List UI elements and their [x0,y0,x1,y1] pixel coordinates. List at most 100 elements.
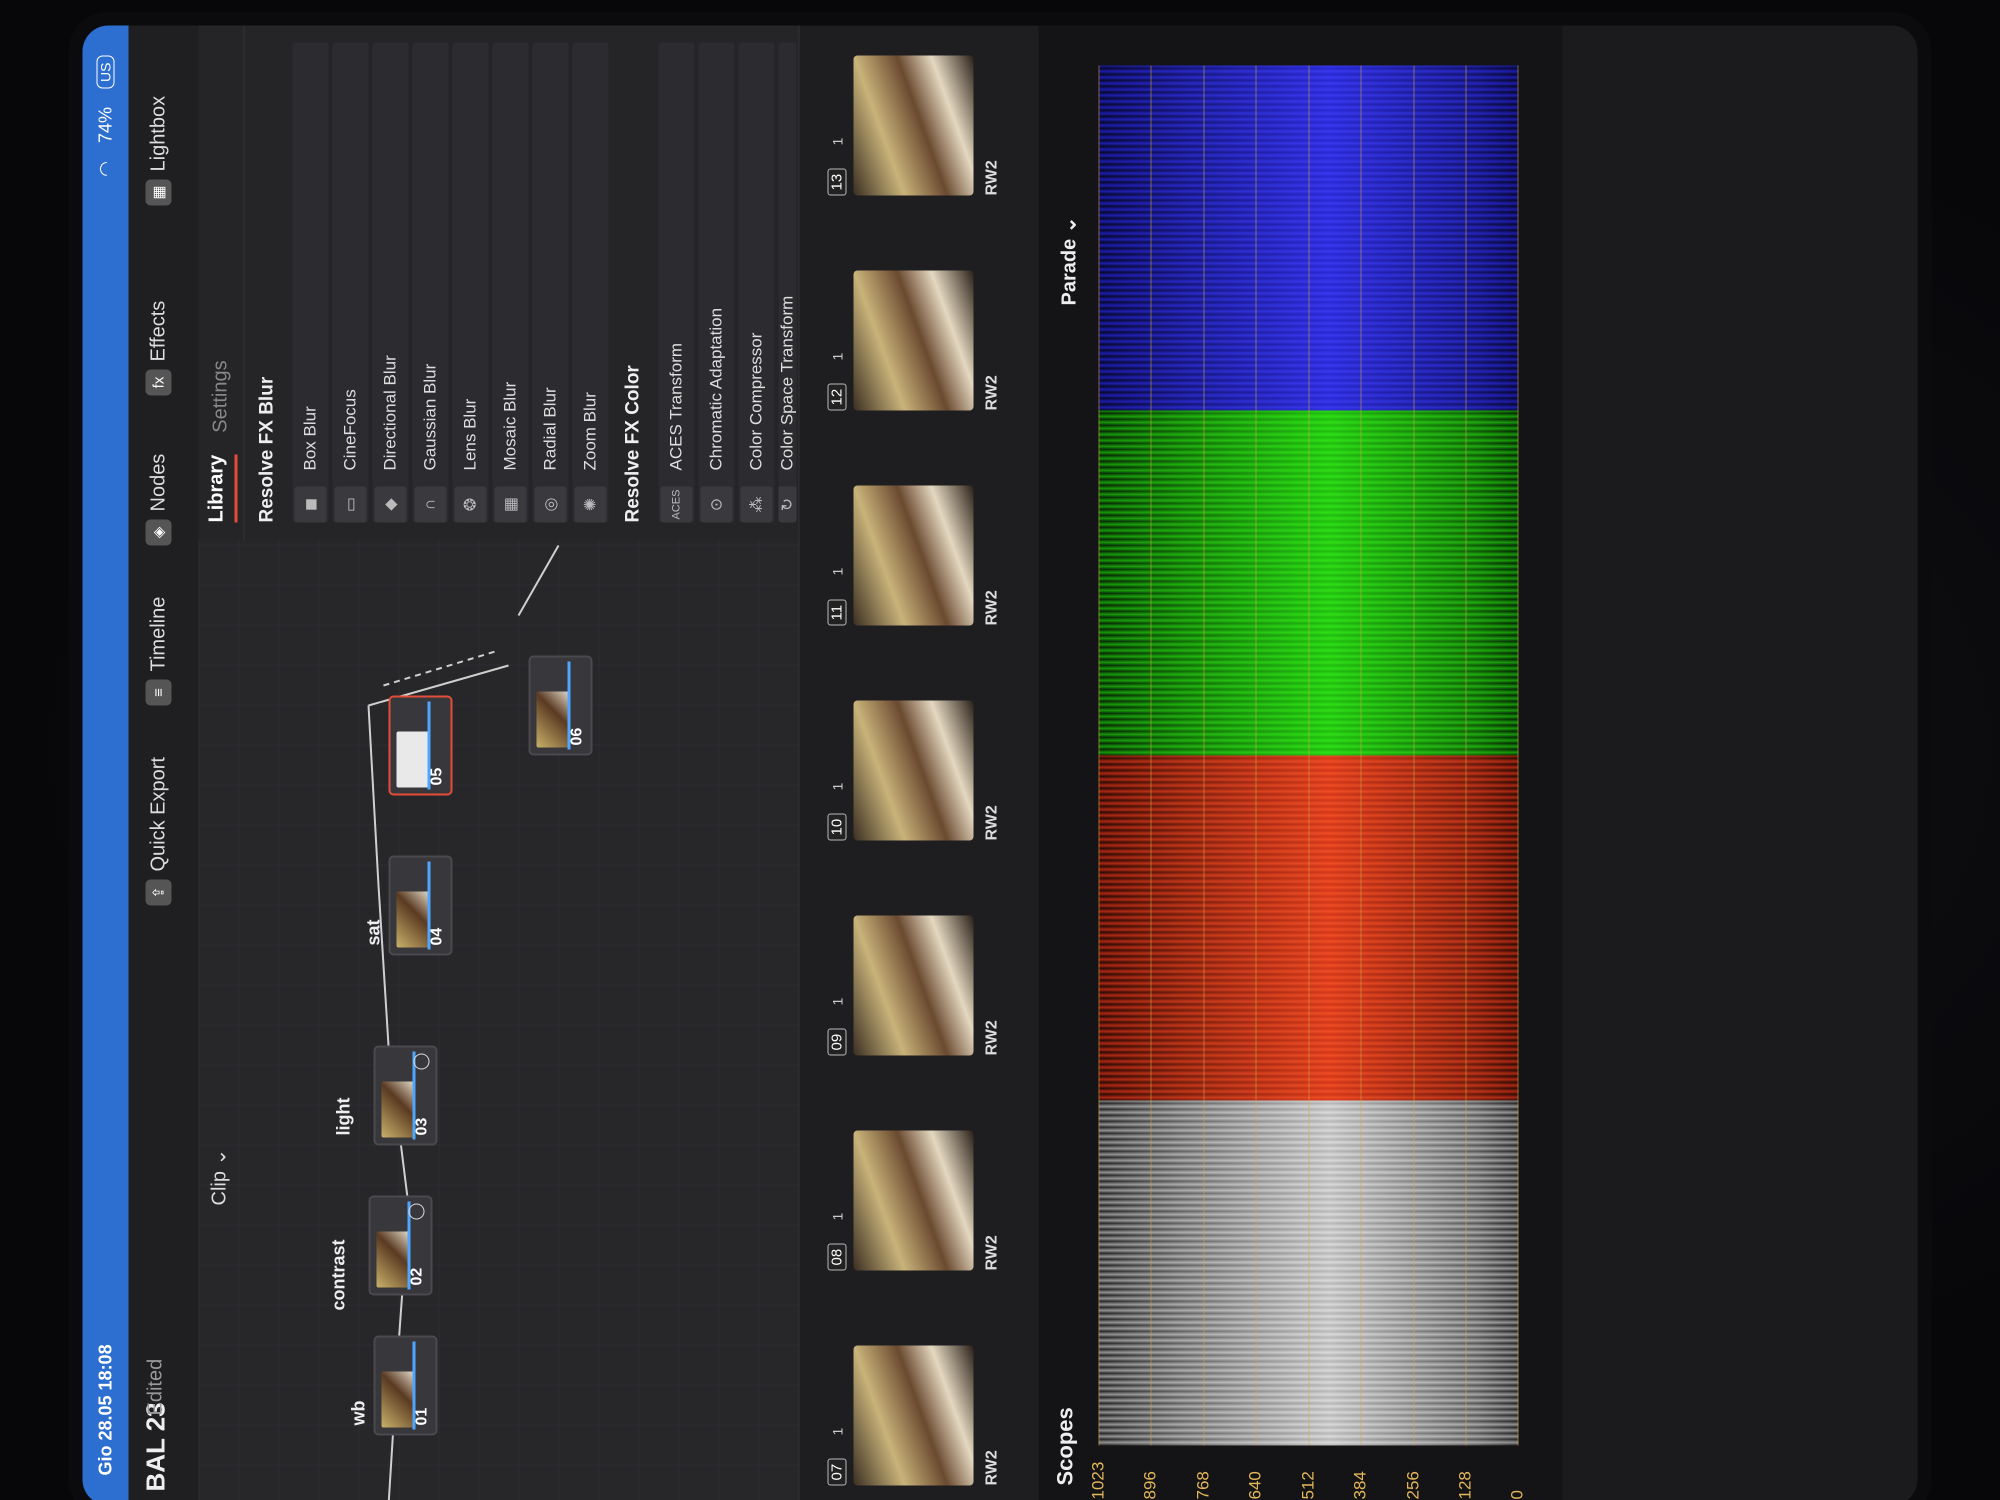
clip-number: 07 [827,1458,847,1486]
node-04[interactable]: 04 [388,855,453,956]
scope-gridline [1098,65,1100,1446]
fx-icon: fx [145,369,172,396]
clip-track: 1 [829,567,846,576]
clip-track: 1 [829,782,846,791]
fx-item-color-space-transform[interactable]: ↻ Color Space Transform [778,42,797,523]
tab-lightbox[interactable]: ▦ Lightbox [139,96,179,206]
compressor-icon: ⁂ [740,486,773,523]
clip-format: RW2 [983,1020,1001,1056]
clip-thumbnail[interactable]: 11 1 RW2 [827,476,1018,626]
clip-thumbnail[interactable]: 13 1 RW2 [827,46,1018,196]
tablet-screen: Gio 28.05 18:08 ◠ 74% US BAL 23 Edited ⇪… [82,25,1918,1500]
aces-icon: ACES [660,486,693,523]
fx-item-gaussian-blur[interactable]: ∩ Gaussian Blur [412,42,449,523]
tab-effects[interactable]: fx Effects [139,301,179,396]
clip-thumbnail[interactable]: 12 1 RW2 [827,261,1018,411]
clip-number: 08 [827,1243,847,1271]
node-status-icon [413,1053,430,1070]
fx-item-lens-blur[interactable]: ❂ Lens Blur [452,42,489,523]
zoom-burst-icon: ✺ [574,486,607,523]
project-state: Edited [144,1358,167,1416]
status-datetime: Gio 28.05 18:08 [95,1344,115,1476]
nodes-icon: ◈ [145,519,172,546]
node-connections [367,545,560,1500]
scope-gridline [1308,65,1310,1446]
tab-settings[interactable]: Settings [210,360,233,432]
scope-y-label: 384 [1350,1471,1370,1500]
node-label: contrast [328,1239,349,1311]
node-number: 05 [428,767,446,786]
clip-number: 10 [827,813,847,841]
node-editor[interactable]: Clip ⌄ wb 01 contrast 02 light 03 sat 04… [198,540,799,1500]
clip-strip[interactable]: 07 1 RW2 08 1 RW2 09 1 RW2 10 1 RW2 11 1… [798,25,1041,1500]
scope-gridline [1360,65,1362,1446]
clip-thumbnail[interactable]: 10 1 RW2 [827,691,1018,841]
fx-item-color-compressor[interactable]: ⁂ Color Compressor [738,42,775,523]
node-label: light [333,1097,354,1136]
fx-item-box-blur[interactable]: ◼ Box Blur [292,42,329,523]
tab-nodes[interactable]: ◈ Nodes [139,454,179,546]
clip-thumbnail[interactable]: 09 1 RW2 [827,906,1018,1056]
clip-track: 1 [829,137,846,146]
clip-format: RW2 [983,375,1001,411]
clip-image [853,1345,974,1486]
blur-section-header[interactable]: Resolve FX Blur [257,377,279,523]
fx-item-cinefocus[interactable]: ▭ CineFocus [332,42,369,523]
node-number: 01 [413,1407,431,1426]
status-bar: Gio 28.05 18:08 ◠ 74% US [82,25,129,1500]
fx-item-directional-blur[interactable]: ◆ Directional Blur [372,42,409,523]
radial-icon: ◎ [534,486,567,523]
scope-y-label: 1023 [1088,1461,1108,1500]
scope-y-label: 896 [1140,1471,1160,1500]
quick-export-button[interactable]: ⇪ Quick Export [139,757,179,906]
tab-library[interactable]: Library [205,454,237,523]
scope-y-label: 256 [1403,1471,1423,1500]
scope-gridline [1413,65,1415,1446]
clip-image [853,270,974,411]
node-number: 03 [413,1117,431,1136]
node-05-selected[interactable]: 05 [388,695,453,796]
fx-item-chromatic-adaptation[interactable]: ⊙ Chromatic Adaptation [698,42,735,523]
node-thumbnail [381,1371,416,1428]
node-thumbnail [381,1081,416,1138]
scope-y-label: 640 [1245,1471,1265,1500]
clip-image [853,700,974,841]
clip-image [853,485,974,626]
fx-item-mosaic-blur[interactable]: ▦ Mosaic Blur [492,42,529,523]
scopes-title: Scopes [1052,1407,1078,1486]
fx-item-radial-blur[interactable]: ◎ Radial Blur [532,42,569,523]
clip-image [853,915,974,1056]
clip-thumbnail[interactable]: 07 1 RW2 [827,1336,1018,1486]
clip-number: 09 [827,1028,847,1056]
project-name: BAL 23 [140,1402,171,1492]
clip-format: RW2 [983,805,1001,841]
color-section-header[interactable]: Resolve FX Color [623,365,645,522]
adaptation-icon: ⊙ [700,486,733,523]
tab-timeline[interactable]: ≡ Timeline [139,597,179,706]
scope-gridline [1203,65,1205,1446]
clip-number: 11 [827,599,847,626]
node-06[interactable]: 06 [528,655,593,756]
scope-y-label: 128 [1455,1471,1475,1500]
clip-thumbnail[interactable]: 08 1 RW2 [827,1121,1018,1271]
drop-icon: ◆ [374,486,407,523]
node-number: 02 [408,1267,426,1286]
node-01[interactable]: 01 [373,1335,438,1436]
clip-number: 12 [827,383,847,411]
clip-track: 1 [829,997,846,1006]
clip-format: RW2 [983,1450,1001,1486]
photo-stage: Gio 28.05 18:08 ◠ 74% US BAL 23 Edited ⇪… [0,0,2000,1500]
node-thumbnail [536,691,571,748]
scope-mode-selector[interactable]: Parade ⌄ [1057,216,1082,305]
node-number: 06 [568,727,586,746]
fx-item-aces-transform[interactable]: ACES ACES Transform [658,42,695,523]
clip-number: 13 [827,168,847,196]
scope-gridline [1255,65,1257,1446]
node-03[interactable]: 03 [373,1045,438,1146]
fx-item-zoom-blur[interactable]: ✺ Zoom Blur [572,42,609,523]
scope-y-label: 768 [1193,1471,1213,1500]
scope-y-label: 0 [1507,1490,1527,1500]
node-label: wb [348,1400,369,1426]
scope-gridline [1150,65,1152,1446]
node-02[interactable]: 02 [368,1195,433,1296]
